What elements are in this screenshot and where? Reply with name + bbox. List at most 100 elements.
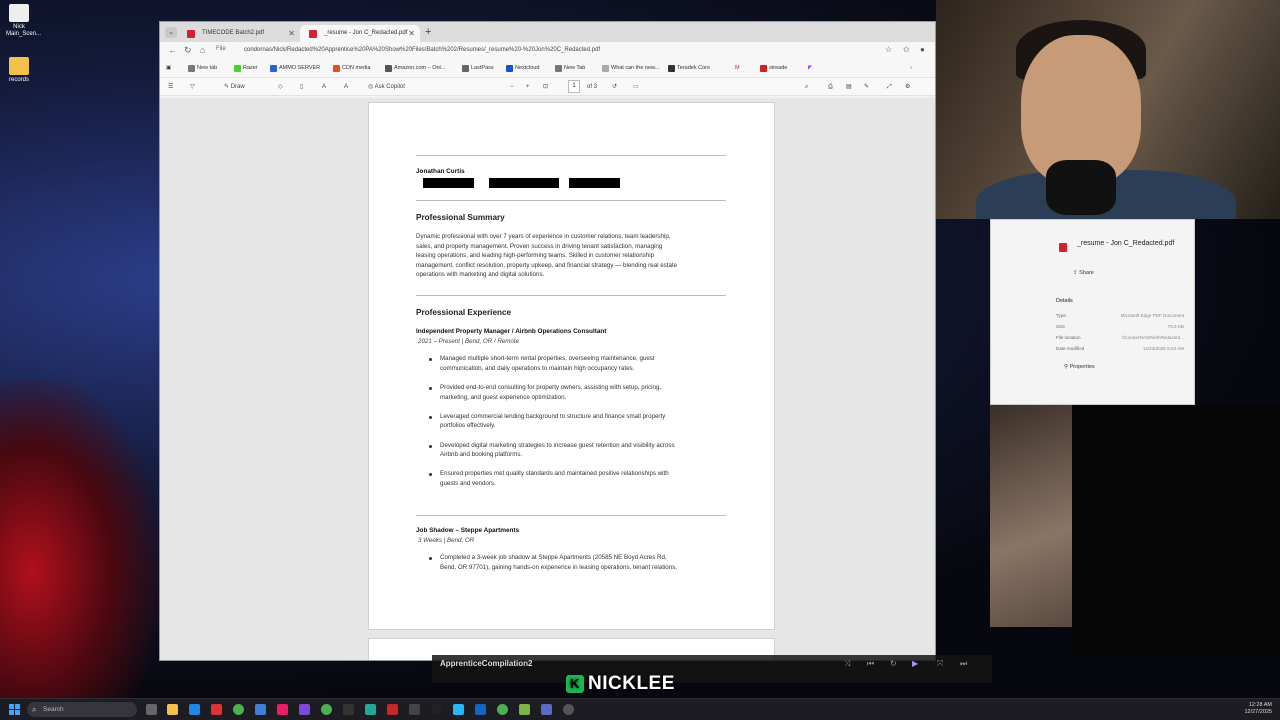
favorite-item[interactable]: streade	[760, 64, 787, 73]
favorite-item[interactable]: Amazon.com – Onl...	[385, 64, 445, 73]
chrome-icon[interactable]	[321, 704, 332, 715]
eraser-icon[interactable]: ◇	[278, 82, 283, 92]
windows-start-icon[interactable]	[9, 704, 20, 715]
skip-icon[interactable]: ⏭	[960, 659, 967, 669]
zoom-in-icon[interactable]: +	[526, 82, 530, 92]
app-icon[interactable]	[453, 704, 464, 715]
file-explorer-icon[interactable]	[167, 704, 178, 715]
favorite-label: New tab	[197, 65, 218, 71]
tab-timecode[interactable]: TIMECODE Batch2.pdf ✕	[178, 25, 300, 42]
favorites-icon[interactable]: ✩	[903, 45, 910, 54]
app-icon[interactable]	[211, 704, 222, 715]
edit-icon[interactable]: ✎	[864, 82, 869, 92]
previous-icon[interactable]: ⏮	[867, 659, 874, 669]
redaction-bar	[423, 178, 474, 188]
favorite-label: Amazon.com – Onl...	[394, 65, 446, 71]
system-clock[interactable]: 12:28 AM 12/27/2025	[1244, 702, 1272, 716]
app-icon[interactable]	[431, 704, 442, 715]
close-icon[interactable]: ✕	[408, 25, 415, 42]
favorite-item[interactable]: Nextcloud	[506, 64, 539, 73]
app-icon[interactable]	[563, 704, 574, 715]
chrome-icon[interactable]	[497, 704, 508, 715]
redaction-bar	[489, 178, 559, 188]
home-icon[interactable]: ⌂	[200, 45, 205, 55]
search-icon[interactable]: ⌕	[805, 82, 808, 92]
app-icon[interactable]	[277, 704, 288, 715]
draw-button[interactable]: ✎ Draw	[224, 82, 245, 92]
save-icon[interactable]: ▤	[846, 82, 852, 92]
read-aloud-icon[interactable]: A	[344, 82, 348, 92]
back-icon[interactable]: ←	[168, 45, 177, 55]
desktop-icon-records[interactable]: records	[6, 57, 32, 84]
favorite-item[interactable]: LastPass	[462, 64, 494, 73]
list-item: Developed digital marketing strategies t…	[416, 441, 726, 460]
app-icon[interactable]	[299, 704, 310, 715]
tab-resume[interactable]: _resume - Jon C_Redacted.pdf ✕	[300, 25, 420, 42]
app-icon[interactable]	[343, 704, 354, 715]
app-icon[interactable]	[409, 704, 420, 715]
app-icon[interactable]	[541, 704, 552, 715]
settings-icon[interactable]: ⚙	[905, 82, 910, 92]
desktop-icon-nick[interactable]: Nick Main_Scen...	[6, 4, 41, 38]
zoom-out-icon[interactable]: −	[510, 82, 514, 92]
url-field[interactable]: condornas/Nick/Redacted%20Apprentice%20P…	[244, 45, 600, 56]
share-label: Share	[1079, 270, 1094, 276]
properties-label: Properties	[1069, 364, 1095, 370]
favorite-item[interactable]: Razer	[234, 64, 258, 73]
app-icon[interactable]	[255, 704, 266, 715]
chrome-icon[interactable]	[233, 704, 244, 715]
summary-line: operations with marketing and digital so…	[416, 271, 545, 279]
copilot-button[interactable]: ◎ Ask Copilot	[368, 82, 405, 92]
task-view-icon[interactable]	[146, 704, 157, 715]
new-tab-button[interactable]: +	[425, 25, 431, 39]
app-icon[interactable]	[365, 704, 376, 715]
chevron-right-icon[interactable]: ›	[910, 64, 912, 73]
job-entry: Job Shadow – Steppe Apartments 3 Weeks |…	[416, 526, 726, 582]
rotate-icon[interactable]: ↺	[612, 82, 617, 92]
resume-name: Jonathan Curtis	[416, 168, 465, 175]
page-view-icon[interactable]: ▭	[633, 82, 639, 92]
shuffle-icon[interactable]: ⤨	[844, 659, 850, 669]
repeat-icon[interactable]: ↻	[890, 659, 897, 668]
desktop-icon-label: records	[8, 77, 29, 83]
favorites-bar: ▣ New tab Razer AMMO SERVER CDN media Am…	[160, 60, 935, 78]
refresh-icon[interactable]: ↻	[184, 45, 192, 56]
favorite-item[interactable]: CDN media	[333, 64, 370, 73]
gmail-icon[interactable]: M	[735, 64, 740, 73]
print-icon[interactable]: ⎙	[828, 82, 833, 92]
favorite-item[interactable]: New Tab	[555, 64, 585, 73]
app-icon[interactable]	[519, 704, 530, 715]
play-icon[interactable]: ▶	[912, 659, 918, 668]
page-number-input[interactable]: 1	[568, 80, 580, 93]
fullscreen-icon[interactable]: ⤢	[887, 82, 892, 92]
avatar[interactable]: ●	[920, 45, 925, 54]
close-icon[interactable]: ✕	[288, 25, 295, 42]
list-item: Managed multiple short-term rental prope…	[416, 354, 726, 373]
twitch-icon[interactable]: ◤	[808, 64, 812, 73]
favorite-star-icon[interactable]: ☆	[885, 45, 892, 54]
favorite-item[interactable]: What can the new...	[602, 64, 659, 73]
taskbar-search[interactable]: ⌕ Search	[27, 702, 137, 717]
logo-text: NICKLEE	[588, 673, 675, 694]
pdf-viewer[interactable]: Jonathan Curtis Professional Summary Dyn…	[160, 98, 935, 660]
text-icon[interactable]: A	[322, 82, 326, 92]
favorite-item[interactable]: New tab	[188, 64, 217, 73]
edge-icon[interactable]	[189, 704, 200, 715]
tab-actions-button[interactable]: ⌄	[165, 27, 177, 38]
summary-line: Dynamic professional with over 7 years o…	[416, 233, 671, 240]
properties-button[interactable]: ⚲ Properties	[1064, 364, 1095, 370]
next-icon[interactable]: ⤧	[937, 659, 943, 669]
favorite-item[interactable]: Teradek Core	[668, 64, 710, 73]
share-button[interactable]: ⇪ Share	[1073, 270, 1094, 276]
view-icon[interactable]: ▯	[300, 82, 303, 92]
summary-line: leasing operations, and leading high-per…	[416, 252, 655, 260]
address-prefix: File	[216, 46, 226, 52]
highlight-icon[interactable]: ▽	[190, 82, 195, 92]
draw-label: Draw	[230, 84, 245, 90]
app-icon[interactable]	[387, 704, 398, 715]
app-icon[interactable]	[475, 704, 486, 715]
favorite-item[interactable]: AMMO SERVER	[270, 64, 320, 73]
contents-icon[interactable]: ☰	[168, 82, 173, 92]
favorites-menu-icon[interactable]: ▣	[166, 64, 171, 73]
fit-page-icon[interactable]: ⊡	[543, 82, 548, 92]
